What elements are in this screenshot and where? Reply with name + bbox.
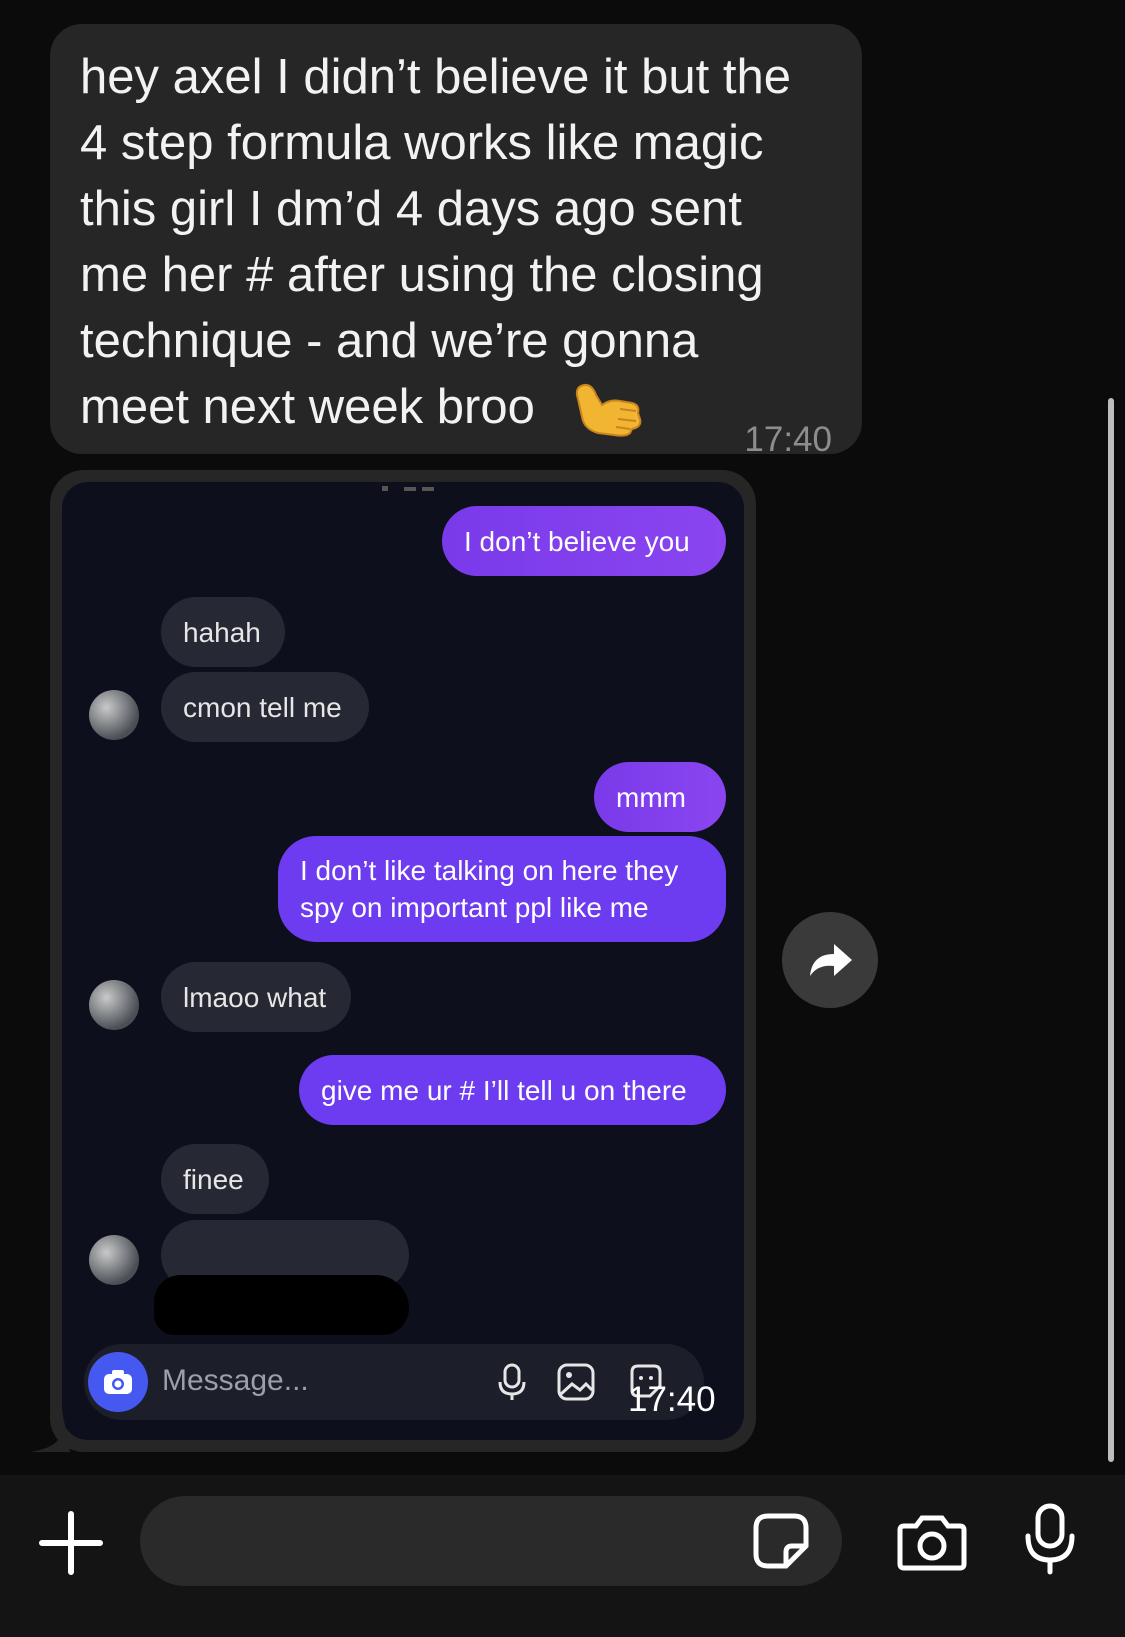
contact-avatar [89, 980, 139, 1030]
dm-message-text: mmm [616, 781, 686, 813]
microphone-icon [498, 1363, 526, 1400]
camera-icon [88, 1352, 148, 1412]
dm-message-input: Message... [84, 1344, 704, 1420]
image-message-bubble[interactable]: I don’t believe you hahah cmon tell me m… [50, 470, 756, 1452]
dm-message-outgoing: give me ur # I’ll tell u on there [299, 1055, 726, 1125]
forward-button[interactable] [782, 912, 878, 1008]
dm-message-text: give me ur # I’ll tell u on there [321, 1074, 687, 1106]
dm-message-incoming: hahah [161, 597, 285, 667]
dm-message-text: lmaoo what [183, 981, 327, 1013]
plus-icon[interactable] [36, 1508, 106, 1578]
call-me-hand-emoji-icon [575, 383, 642, 437]
dm-message-incoming: cmon tell me [161, 672, 369, 742]
contact-avatar [89, 690, 139, 740]
dm-message-outgoing: I don’t like talking on here they spy on… [278, 836, 726, 942]
scrollbar[interactable] [1108, 398, 1114, 1462]
dm-message-text: hahah [183, 616, 261, 648]
dm-message-text: I don’t believe you [464, 525, 690, 557]
chat-area: hey axel I didn’t believe it but the 4 s… [0, 0, 1125, 1475]
microphone-icon[interactable] [1020, 1502, 1080, 1576]
dm-message-text: I don’t like talking on here they spy on… [300, 855, 679, 923]
message-time: 17:40 [744, 420, 832, 459]
dm-message-text: finee [183, 1163, 244, 1195]
message-text: hey axel I didn’t believe it but the 4 s… [80, 50, 791, 434]
image-message-time: 17:40 [628, 1380, 716, 1419]
screenshot-image: I don’t believe you hahah cmon tell me m… [62, 482, 744, 1440]
message-bubble[interactable]: hey axel I didn’t believe it but the 4 s… [50, 24, 862, 459]
forward-arrow-icon [810, 944, 852, 976]
dm-message-incoming: finee [161, 1144, 269, 1214]
dm-message-text: cmon tell me [183, 691, 342, 723]
camera-icon[interactable] [896, 1512, 968, 1572]
dm-message-outgoing: mmm [594, 762, 726, 832]
bubble-tail [30, 1400, 70, 1452]
redaction-scribble [154, 1275, 409, 1335]
dm-input-placeholder: Message... [162, 1364, 309, 1397]
gallery-icon [557, 1363, 595, 1401]
contact-avatar [89, 1235, 139, 1285]
dm-message-incoming: lmaoo what [161, 962, 351, 1032]
sticker-icon[interactable] [752, 1512, 810, 1570]
message-input[interactable] [140, 1496, 842, 1586]
cropped-text-mark [382, 486, 434, 491]
dm-message-outgoing: I don’t believe you [442, 506, 726, 576]
